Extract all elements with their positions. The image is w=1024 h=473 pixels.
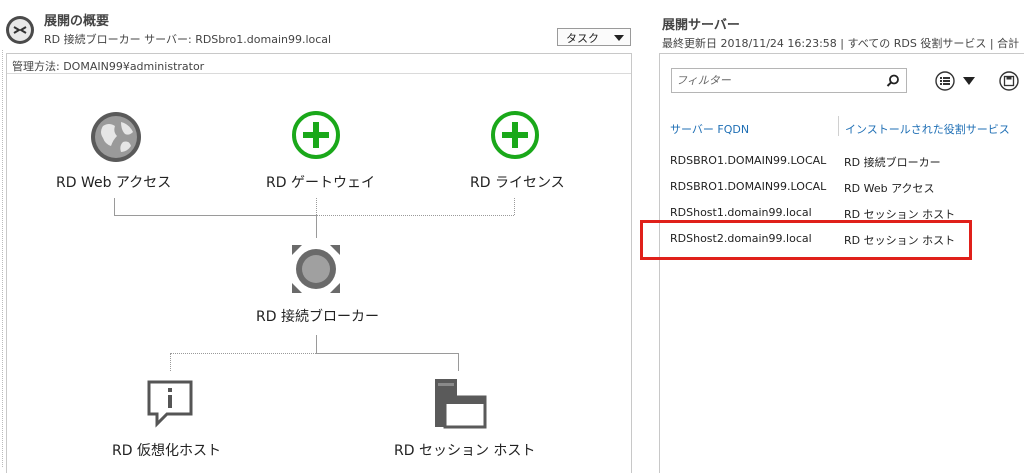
node-label-gateway: RD ゲートウェイ (266, 175, 375, 191)
filter-input[interactable] (676, 72, 876, 89)
highlight-annotation-box (640, 220, 972, 260)
connector-line (170, 353, 171, 371)
table-row[interactable]: RDSBRO1.DOMAIN99.LOCAL RD Web アクセス (666, 174, 1024, 200)
plus-circle-icon (491, 111, 539, 159)
cell-role: RD Web アクセス (844, 182, 935, 195)
servers-title: 展開サーバー (662, 18, 740, 33)
cell-role: RD 接続ブローカー (844, 156, 941, 169)
servers-panel (659, 53, 1024, 473)
list-view-icon (935, 71, 955, 91)
node-label-connection-broker: RD 接続ブローカー (256, 309, 379, 325)
connector-line (514, 198, 515, 215)
broker-server-subtitle: RD 接続ブローカー サーバー: RDSbro1.domain99.local (44, 33, 332, 46)
connector-line (316, 335, 317, 353)
managed-by-label: 管理方法: DOMAIN99¥administrator (12, 60, 205, 73)
connector-line (316, 215, 317, 238)
filter-box[interactable] (671, 68, 907, 93)
deployment-icon (6, 16, 34, 44)
broker-icon (292, 245, 340, 293)
connector-line (316, 353, 458, 354)
plus-circle-icon (292, 111, 340, 159)
column-header-fqdn[interactable]: サーバー FQDN (670, 121, 749, 137)
connector-line (458, 353, 459, 371)
overview-title: 展開の概要 (44, 14, 110, 29)
column-divider[interactable] (838, 116, 839, 136)
divider (7, 73, 631, 74)
task-button[interactable]: タスク (557, 28, 631, 46)
chevron-down-icon (614, 35, 624, 41)
globe-icon (91, 112, 141, 162)
deployment-overview-header: 展開の概要 RD 接続ブローカー サーバー: RDSbro1.domain99.… (0, 0, 636, 50)
connector-line (114, 198, 115, 215)
connector-line (170, 353, 316, 354)
session-host-icon (435, 379, 487, 429)
node-label-virtualization-host: RD 仮想化ホスト (112, 443, 221, 459)
panel-divider (2, 50, 3, 467)
search-icon[interactable] (885, 73, 901, 89)
cell-fqdn: RDSBRO1.DOMAIN99.LOCAL (670, 180, 827, 193)
task-button-label: タスク (566, 32, 599, 45)
list-view-button[interactable] (934, 70, 978, 92)
table-row[interactable]: RDSBRO1.DOMAIN99.LOCAL RD 接続ブローカー (666, 148, 1024, 174)
connector-line (316, 198, 317, 215)
chevron-down-icon (963, 77, 975, 85)
save-button[interactable] (996, 70, 1024, 92)
node-label-session-host: RD セッション ホスト (394, 443, 536, 459)
cell-fqdn: RDShost1.domain99.local (670, 206, 812, 219)
column-header-role[interactable]: インストールされた役割サービス (845, 121, 1010, 137)
save-icon (999, 71, 1019, 91)
connector-line (114, 215, 316, 216)
node-label-licensing: RD ライセンス (470, 175, 565, 191)
node-label-web-access: RD Web アクセス (56, 175, 172, 191)
cell-fqdn: RDSBRO1.DOMAIN99.LOCAL (670, 154, 827, 167)
info-callout-icon (147, 380, 193, 428)
connector-line (316, 215, 514, 216)
servers-subtitle: 最終更新日 2018/11/24 16:23:58 | すべての RDS 役割サ… (662, 37, 1020, 50)
